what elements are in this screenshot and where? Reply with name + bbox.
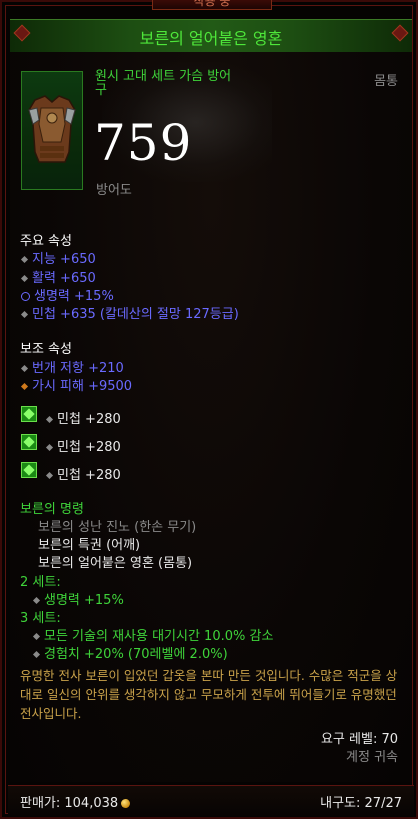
diamond-bullet-icon: [20, 310, 29, 318]
item-name-banner: 보른의 얼어붙은 영혼: [10, 19, 412, 53]
set-piece: 보른의 성난 진노 (한손 무기): [38, 520, 197, 535]
item-type: 원시 고대 세트 가슴 방어 구: [95, 70, 265, 98]
stat-text: 민첩 +635 (칼데산의 절망 127등급): [32, 307, 239, 322]
stat-text: 민첩 +280: [57, 412, 121, 427]
diamond-bullet-icon: [32, 632, 41, 640]
set-bonus: 생명력 +15%: [32, 589, 124, 608]
diamond-bullet-icon: [45, 443, 54, 451]
set-bonus: 경험치 +20% (70레벨에 2.0%): [32, 643, 228, 662]
emerald-gem-icon: [21, 462, 37, 478]
socket-stat: 민첩 +280: [45, 436, 121, 455]
set-name: 보른의 명령: [20, 502, 84, 517]
item-type-line-1: 원시 고대 세트 가슴 방어: [95, 69, 232, 84]
stat-text: 지능 +650: [32, 252, 96, 267]
diamond-bullet-icon: [45, 471, 54, 479]
primary-stat: 지능 +650: [20, 248, 96, 267]
item-slot: 몸통: [374, 74, 398, 89]
primary-stats-title: 주요 속성: [20, 234, 72, 249]
set-bonus-2-title: 2 세트:: [20, 575, 61, 590]
diamond-bullet-icon: [20, 274, 29, 282]
tooltip-footer: 판매가: 104,038 내구도: 27/27: [8, 785, 414, 816]
stat-text: 활력 +650: [32, 271, 96, 286]
socket-stat: 민첩 +280: [45, 464, 121, 483]
stat-text: 민첩 +280: [57, 468, 121, 483]
armor-label: 방어도: [96, 183, 132, 198]
item-tooltip: 착용 중 보른의 얼어붙은 영혼 원시 고대 세트 가슴 방어 구 몸통 759…: [0, 0, 418, 819]
bonus-text: 모든 기술의 재사용 대기시간 10.0% 감소: [44, 629, 274, 644]
stat-text: 민첩 +280: [57, 440, 121, 455]
stat-text: 번개 저항 +210: [32, 361, 124, 376]
reroll-icon: [21, 291, 30, 301]
stat-text: 생명력 +15%: [34, 289, 114, 304]
set-bonus: 모든 기술의 재사용 대기시간 10.0% 감소: [32, 625, 273, 644]
diamond-bullet-icon: [32, 650, 41, 658]
bonus-text: 경험치 +20% (70레벨에 2.0%): [44, 647, 228, 662]
emerald-gem-icon: [21, 406, 37, 422]
armor-value: 759: [94, 114, 193, 172]
secondary-stat: 가시 피해 +9500: [20, 375, 132, 394]
set-piece: 보른의 얼어붙은 영혼 (몸통): [38, 556, 193, 571]
diamond-bullet-icon: [45, 415, 54, 423]
required-level: 요구 레벨: 70: [320, 732, 398, 747]
secondary-stats-title: 보조 속성: [20, 342, 72, 357]
bonus-text: 생명력 +15%: [44, 593, 124, 608]
gold-coin-icon: [121, 799, 131, 808]
emerald-gem-icon: [21, 434, 37, 450]
sell-price: 판매가: 104,038: [20, 792, 131, 811]
primary-stat: 생명력 +15%: [20, 285, 114, 304]
sell-price-text: 판매가: 104,038: [20, 796, 119, 811]
equipped-tab: 착용 중: [152, 0, 272, 10]
primary-stat: 활력 +650: [20, 267, 96, 286]
diamond-bullet-icon: [20, 364, 29, 372]
durability: 내구도: 27/27: [320, 796, 402, 811]
flavor-text: 유명한 전사 보른이 입었던 갑옷을 본따 만든 것입니다. 수많은 적군을 상…: [20, 668, 398, 721]
socket-stat: 민첩 +280: [45, 408, 121, 427]
item-name: 보른의 얼어붙은 영혼: [139, 29, 283, 48]
diamond-bullet-icon: [20, 255, 29, 263]
secondary-stat: 번개 저항 +210: [20, 357, 124, 376]
primary-stat: 민첩 +635 (칼데산의 절망 127등급): [20, 303, 239, 322]
chest-armor-icon: [28, 95, 76, 163]
orange-diamond-bullet-icon: [20, 382, 29, 390]
item-type-line-2: 구: [95, 83, 107, 98]
stat-text: 가시 피해 +9500: [32, 379, 133, 394]
set-piece: 보른의 특권 (어깨): [38, 538, 141, 553]
diamond-bullet-icon: [32, 596, 41, 604]
account-bound: 계정 귀속: [346, 750, 398, 765]
item-icon-frame: [21, 71, 83, 190]
set-bonus-3-title: 3 세트:: [20, 611, 61, 626]
